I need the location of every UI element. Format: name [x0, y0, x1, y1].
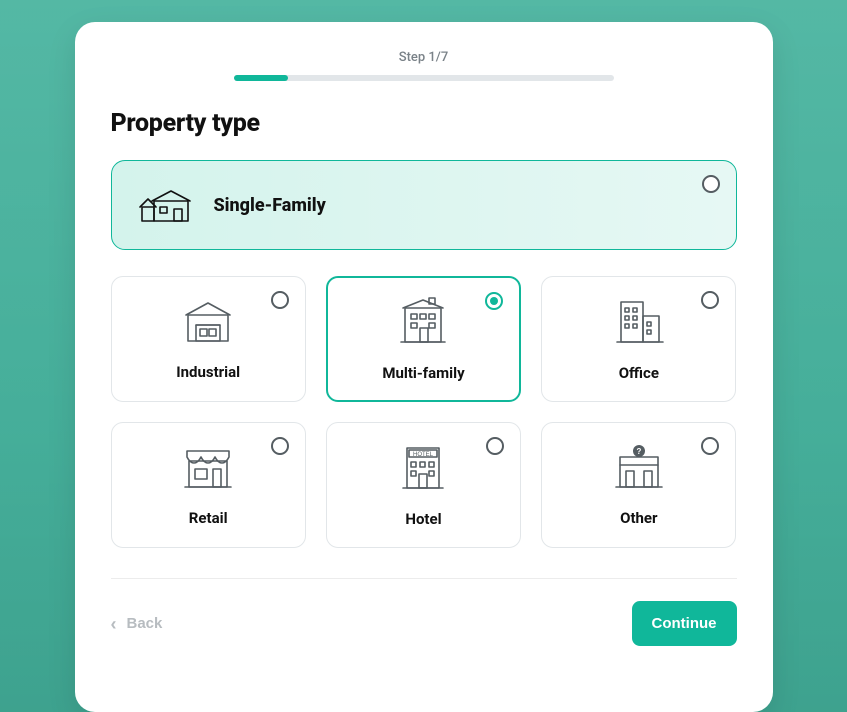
- wizard-card: Step 1/7 Property type Single-Family: [75, 22, 773, 712]
- option-label: Industrial: [176, 363, 240, 381]
- option-label: Retail: [189, 509, 228, 527]
- svg-text:HOTEL: HOTEL: [413, 452, 434, 458]
- option-label: Single-Family: [214, 195, 326, 216]
- progress-bar: [234, 75, 614, 81]
- storefront-icon: [181, 443, 235, 495]
- radio-indicator: [701, 291, 719, 309]
- step-indicator: Step 1/7: [111, 50, 737, 65]
- option-office[interactable]: Office: [541, 276, 736, 402]
- option-label: Other: [620, 509, 657, 527]
- wizard-footer: ‹ Back Continue: [111, 601, 737, 646]
- option-label: Multi-family: [382, 364, 464, 382]
- back-button[interactable]: ‹ Back: [111, 615, 163, 633]
- chevron-left-icon: ‹: [111, 615, 117, 633]
- option-multi-family[interactable]: Multi-family: [326, 276, 521, 402]
- option-single-family[interactable]: Single-Family: [111, 160, 737, 250]
- option-other[interactable]: ? Other: [541, 422, 736, 548]
- back-label: Back: [127, 615, 163, 632]
- svg-text:?: ?: [636, 447, 641, 456]
- option-label: Office: [619, 364, 659, 382]
- hotel-icon: HOTEL: [397, 442, 449, 496]
- radio-indicator: [271, 291, 289, 309]
- radio-indicator: [271, 437, 289, 455]
- page-title: Property type: [111, 109, 737, 138]
- progress-fill: [234, 75, 288, 81]
- apartment-icon: [395, 296, 451, 350]
- radio-indicator: [702, 175, 720, 193]
- office-icon: [611, 296, 667, 350]
- option-industrial[interactable]: Industrial: [111, 276, 306, 402]
- radio-indicator: [701, 437, 719, 455]
- warehouse-icon: [182, 297, 234, 349]
- option-retail[interactable]: Retail: [111, 422, 306, 548]
- continue-button[interactable]: Continue: [632, 601, 737, 646]
- divider: [111, 578, 737, 579]
- options-grid: Industrial Multi-family: [111, 276, 737, 548]
- radio-indicator: [486, 437, 504, 455]
- house-icon: [138, 185, 194, 225]
- option-label: Hotel: [405, 510, 441, 528]
- other-icon: ?: [612, 443, 666, 495]
- option-hotel[interactable]: HOTEL Hotel: [326, 422, 521, 548]
- radio-indicator: [485, 292, 503, 310]
